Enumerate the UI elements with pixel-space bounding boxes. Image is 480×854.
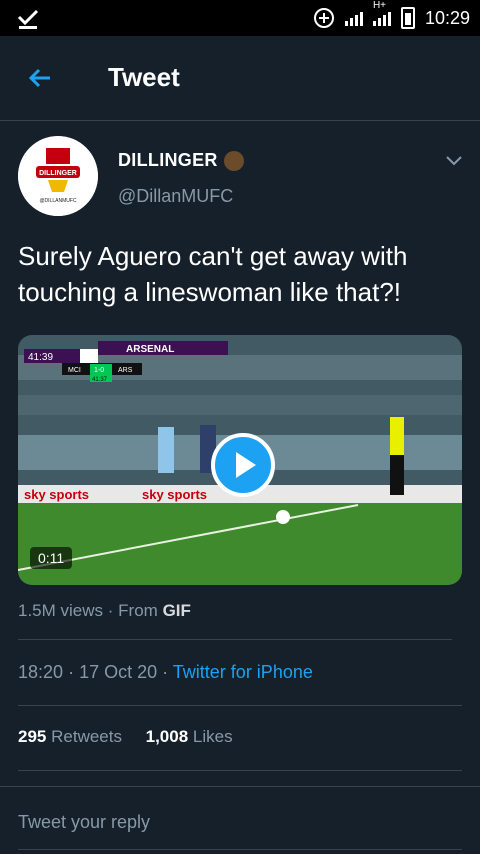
divider (18, 770, 462, 771)
sub-clock: 41:37 (92, 377, 108, 383)
home-team: MCI (68, 367, 81, 374)
network-type-label: H+ (372, 0, 387, 11)
reply-underline (18, 849, 462, 850)
download-done-icon (17, 9, 39, 29)
chevron-down-icon[interactable] (444, 150, 464, 170)
divider (0, 786, 480, 787)
divider (18, 705, 462, 706)
likes-count: 1,008 (145, 727, 189, 746)
sky-sports-board-1: sky sports (24, 487, 89, 502)
monkey-face-icon (223, 151, 244, 172)
separator-dot: · (162, 662, 173, 682)
status-bar: H+ 10:29 (0, 0, 480, 36)
separator-dot: · (107, 601, 119, 620)
match-clock: 41:39 (28, 352, 53, 363)
avatar[interactable]: DILLINGER @DILLANMUFC (18, 136, 98, 216)
header: Tweet (0, 36, 480, 121)
timestamp-line: 18:20 · 17 Oct 20 · Twitter for iPhone (18, 662, 313, 683)
sky-sports-board-2: sky sports (142, 487, 207, 502)
page-title: Tweet (108, 62, 180, 92)
user-handle[interactable]: @DillanMUFC (118, 186, 233, 207)
play-button[interactable] (211, 433, 275, 497)
retweets-count: 295 (18, 727, 47, 746)
avatar-text-top: DILLINGER (39, 170, 77, 177)
video-thumbnail[interactable]: sky sports sky sports 41:39 ARSENAL MCI … (18, 335, 462, 585)
display-name-text: DILLINGER (118, 150, 218, 170)
status-time: 10:29 (424, 7, 470, 28)
likes-label: Likes (192, 727, 233, 746)
source-gif-link[interactable]: GIF (163, 601, 191, 620)
signal-h-plus-icon: H+ (372, 0, 391, 26)
view-count: 1.5M views (18, 601, 104, 620)
separator-dot: · (68, 662, 80, 682)
video-duration: 0:11 (30, 547, 73, 569)
data-saver-icon (313, 8, 334, 28)
away-team: ARS (118, 367, 133, 374)
battery-icon (400, 7, 415, 29)
score: 1-0 (94, 367, 104, 374)
tweet-text: Surely Aguero can't get away with touchi… (18, 241, 408, 307)
retweets-stat[interactable]: 295 Retweets (18, 727, 122, 746)
signal-icon (344, 10, 363, 26)
client-link[interactable]: Twitter for iPhone (173, 662, 313, 682)
source-prefix: From (118, 601, 158, 620)
reply-input[interactable]: Tweet your reply (18, 812, 150, 833)
retweets-label: Retweets (51, 727, 122, 746)
back-arrow-icon[interactable] (26, 64, 54, 92)
away-team-banner: ARSENAL (126, 344, 174, 355)
divider (18, 639, 452, 640)
views-line: 1.5M views · From GIF (18, 601, 191, 621)
engagement-stats: 295 Retweets 1,008 Likes (18, 727, 233, 747)
likes-stat[interactable]: 1,008 Likes (146, 727, 233, 746)
display-name[interactable]: DILLINGER (118, 150, 244, 172)
play-icon (236, 452, 256, 478)
tweet-date: 17 Oct 20 (79, 662, 158, 682)
avatar-text-bottom: @DILLANMUFC (39, 198, 76, 204)
tweet-time: 18:20 (18, 662, 64, 682)
dillinger-logo-icon: DILLINGER @DILLANMUFC (18, 136, 98, 216)
